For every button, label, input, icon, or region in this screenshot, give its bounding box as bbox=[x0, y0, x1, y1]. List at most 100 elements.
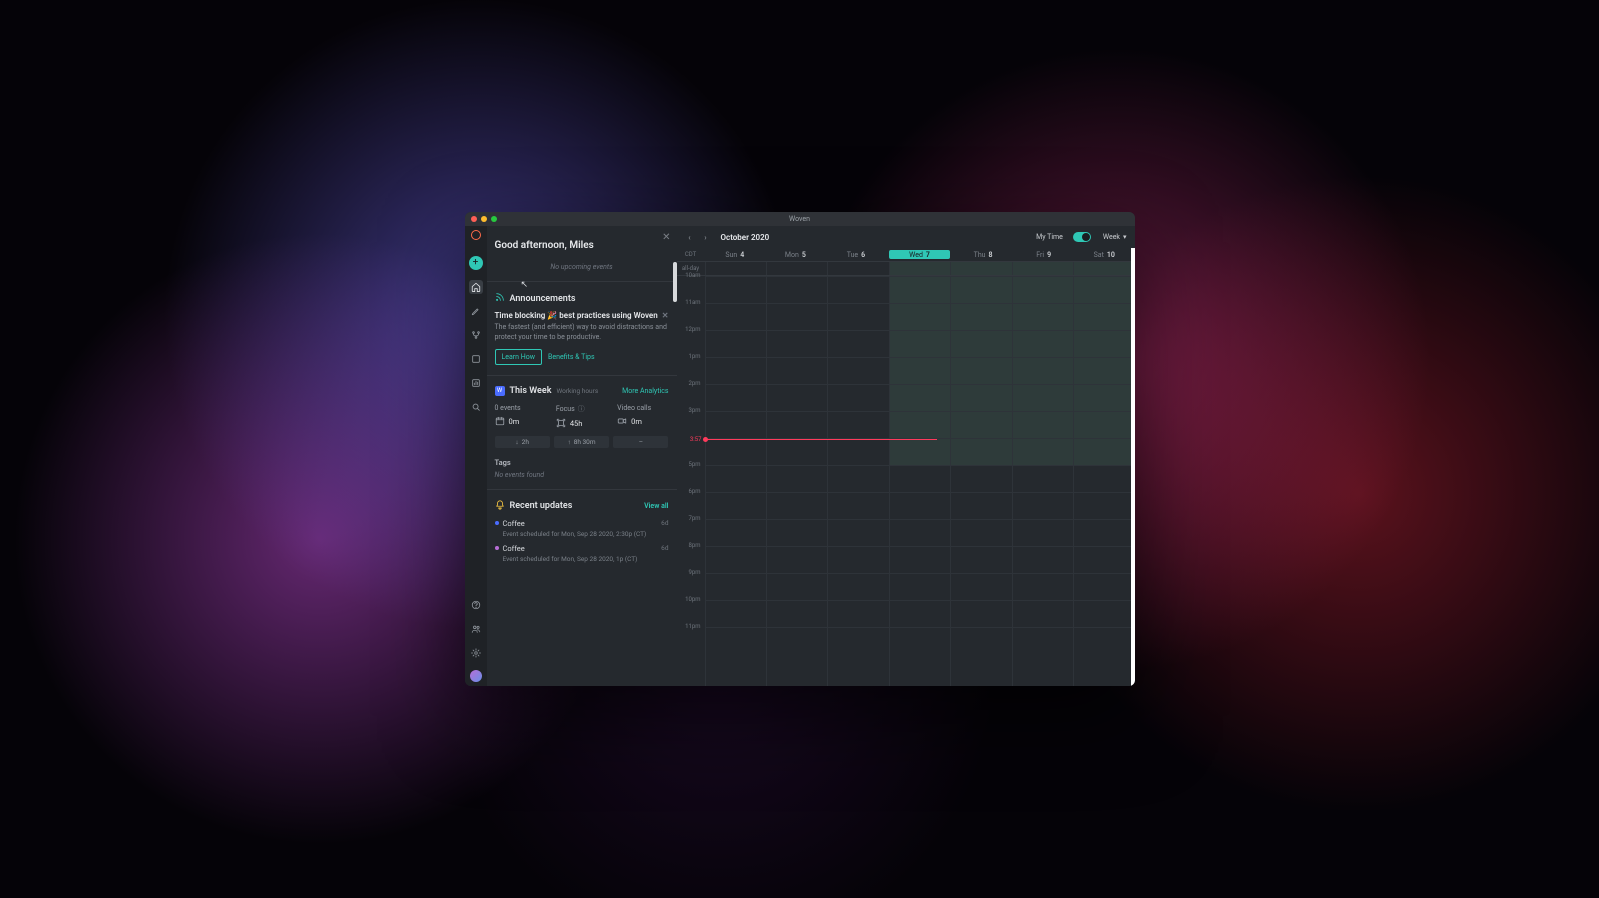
divider bbox=[487, 489, 677, 490]
stat-focus-value: 45h bbox=[570, 419, 583, 428]
allday-cell[interactable] bbox=[889, 262, 950, 275]
day-header-sat[interactable]: Sat10 bbox=[1074, 248, 1135, 261]
trend-down-icon: ↓ bbox=[515, 438, 518, 446]
tags-label: Tags bbox=[495, 458, 669, 467]
stat-events-label: 0 events bbox=[495, 404, 546, 412]
my-time-label: My Time bbox=[1036, 233, 1063, 241]
create-button[interactable]: + bbox=[469, 256, 483, 270]
day-col-fri[interactable] bbox=[1012, 276, 1073, 686]
day-col-sun[interactable] bbox=[705, 276, 766, 686]
hour-label: 11pm bbox=[677, 623, 705, 650]
day-header-tue[interactable]: Tue6 bbox=[826, 248, 887, 261]
view-selector[interactable]: Week▾ bbox=[1103, 233, 1127, 241]
now-dot-icon bbox=[703, 437, 708, 442]
update-title: Coffee bbox=[503, 519, 525, 528]
next-week-button[interactable]: › bbox=[701, 232, 711, 242]
chevron-down-icon: ▾ bbox=[1123, 233, 1127, 241]
week-stats: 0 events 0m Focusⓘ 45h Video calls 0m bbox=[495, 404, 669, 430]
nav-template-icon[interactable] bbox=[469, 352, 483, 366]
recent-updates-text: Recent updates bbox=[510, 501, 573, 511]
recent-updates-card: Recent updates View all Coffee6d Event s… bbox=[495, 494, 669, 569]
day-col-sat[interactable] bbox=[1073, 276, 1134, 686]
day-header-wed-today[interactable]: Wed7 bbox=[889, 250, 950, 259]
view-all-link[interactable]: View all bbox=[644, 502, 668, 510]
nav-home-icon[interactable] bbox=[469, 280, 483, 294]
trend-video: – bbox=[613, 436, 668, 448]
nav-analytics-icon[interactable] bbox=[469, 376, 483, 390]
update-title: Coffee bbox=[503, 544, 525, 553]
learn-how-button[interactable]: Learn How bbox=[495, 349, 543, 365]
allday-cell[interactable] bbox=[1073, 262, 1134, 275]
prev-week-button[interactable]: ‹ bbox=[685, 232, 695, 242]
people-icon[interactable] bbox=[469, 622, 483, 636]
my-time-toggle[interactable] bbox=[1073, 232, 1091, 242]
stat-video-label: Video calls bbox=[617, 404, 668, 412]
announcements-heading: Announcements bbox=[495, 292, 669, 305]
hour-label: 5pm bbox=[677, 461, 705, 488]
allday-cell[interactable] bbox=[1012, 262, 1073, 275]
hour-label: 1pm bbox=[677, 353, 705, 380]
tags-empty: No events found bbox=[495, 471, 669, 479]
trend-focus: ↑8h 30m bbox=[554, 436, 609, 448]
stat-video-value: 0m bbox=[631, 417, 642, 426]
announcement-title: Time blocking 🎉 best practices using Wov… bbox=[495, 311, 658, 320]
hour-label: 7pm bbox=[677, 515, 705, 542]
window-title: Woven bbox=[465, 215, 1135, 223]
hour-label: 12pm bbox=[677, 326, 705, 353]
now-time-label: 3:57 bbox=[677, 436, 705, 443]
calendar-grid[interactable]: 10am11am12pm1pm2pm3pm5pm6pm7pm8pm9pm10pm… bbox=[677, 276, 1135, 686]
day-header-thu[interactable]: Thu8 bbox=[953, 248, 1014, 261]
help-icon[interactable] bbox=[469, 598, 483, 612]
update-item[interactable]: Coffee6d Event scheduled for Mon, Sep 28… bbox=[495, 544, 669, 563]
stat-focus-label: Focus bbox=[556, 405, 575, 413]
update-subtitle: Event scheduled for Mon, Sep 28 2020, 2:… bbox=[503, 530, 669, 538]
update-dot-icon bbox=[495, 546, 499, 550]
divider bbox=[487, 281, 677, 282]
day-col-thu[interactable] bbox=[950, 276, 1011, 686]
day-header-row: CDT Sun4 Mon5 Tue6 Wed7 Thu8 Fri9 Sat10 bbox=[677, 248, 1135, 262]
dismiss-announcement-icon[interactable]: ✕ bbox=[662, 311, 669, 320]
app-window: Woven + ✕ Good afternoon, Miles ↖ No upc… bbox=[465, 212, 1135, 686]
calendar-scrollbar[interactable] bbox=[1131, 248, 1135, 686]
day-col-tue[interactable] bbox=[827, 276, 888, 686]
divider bbox=[487, 375, 677, 376]
day-header-mon[interactable]: Mon5 bbox=[765, 248, 826, 261]
close-panel-icon[interactable]: ✕ bbox=[662, 232, 670, 243]
update-dot-icon bbox=[495, 521, 499, 525]
timezone-label: CDT bbox=[677, 248, 705, 261]
titlebar[interactable]: Woven bbox=[465, 212, 1135, 226]
announcements-heading-text: Announcements bbox=[510, 294, 576, 304]
grid-columns bbox=[705, 276, 1135, 686]
day-col-wed[interactable] bbox=[889, 276, 950, 686]
target-icon bbox=[556, 418, 566, 430]
content: + ✕ Good afternoon, Miles ↖ No upcoming … bbox=[465, 226, 1135, 686]
update-item[interactable]: Coffee6d Event scheduled for Mon, Sep 28… bbox=[495, 519, 669, 538]
nav-search-icon[interactable] bbox=[469, 400, 483, 414]
allday-cell[interactable] bbox=[766, 262, 827, 275]
day-header-fri[interactable]: Fri9 bbox=[1013, 248, 1074, 261]
announcement-buttons: Learn How Benefits & Tips bbox=[495, 349, 669, 365]
hour-label: 11am bbox=[677, 299, 705, 326]
allday-cell[interactable] bbox=[950, 262, 1011, 275]
settings-icon[interactable] bbox=[469, 646, 483, 660]
hour-label: 9pm bbox=[677, 569, 705, 596]
now-indicator: 3:57 bbox=[677, 436, 1135, 443]
benefits-tips-link[interactable]: Benefits & Tips bbox=[548, 349, 595, 365]
nav-branch-icon[interactable] bbox=[469, 328, 483, 342]
allday-cell[interactable] bbox=[705, 262, 766, 275]
time-gutter: 10am11am12pm1pm2pm3pm5pm6pm7pm8pm9pm10pm… bbox=[677, 276, 705, 686]
calendar-icon bbox=[495, 416, 505, 428]
nav-pencil-icon[interactable] bbox=[469, 304, 483, 318]
day-header-sun[interactable]: Sun4 bbox=[705, 248, 766, 261]
update-subtitle: Event scheduled for Mon, Sep 28 2020, 1p… bbox=[503, 555, 669, 563]
info-icon[interactable]: ⓘ bbox=[578, 404, 585, 414]
more-analytics-link[interactable]: More Analytics bbox=[622, 387, 668, 395]
user-avatar[interactable] bbox=[470, 670, 482, 682]
app-logo-icon[interactable] bbox=[471, 230, 481, 240]
this-week-heading: W This Week Working hours More Analytics bbox=[495, 386, 669, 396]
allday-cell[interactable] bbox=[827, 262, 888, 275]
hour-label: 10pm bbox=[677, 596, 705, 623]
day-col-mon[interactable] bbox=[766, 276, 827, 686]
nav-rail: + bbox=[465, 226, 487, 686]
calendar-toolbar: ‹ › October 2020 My Time Week▾ bbox=[677, 226, 1135, 248]
